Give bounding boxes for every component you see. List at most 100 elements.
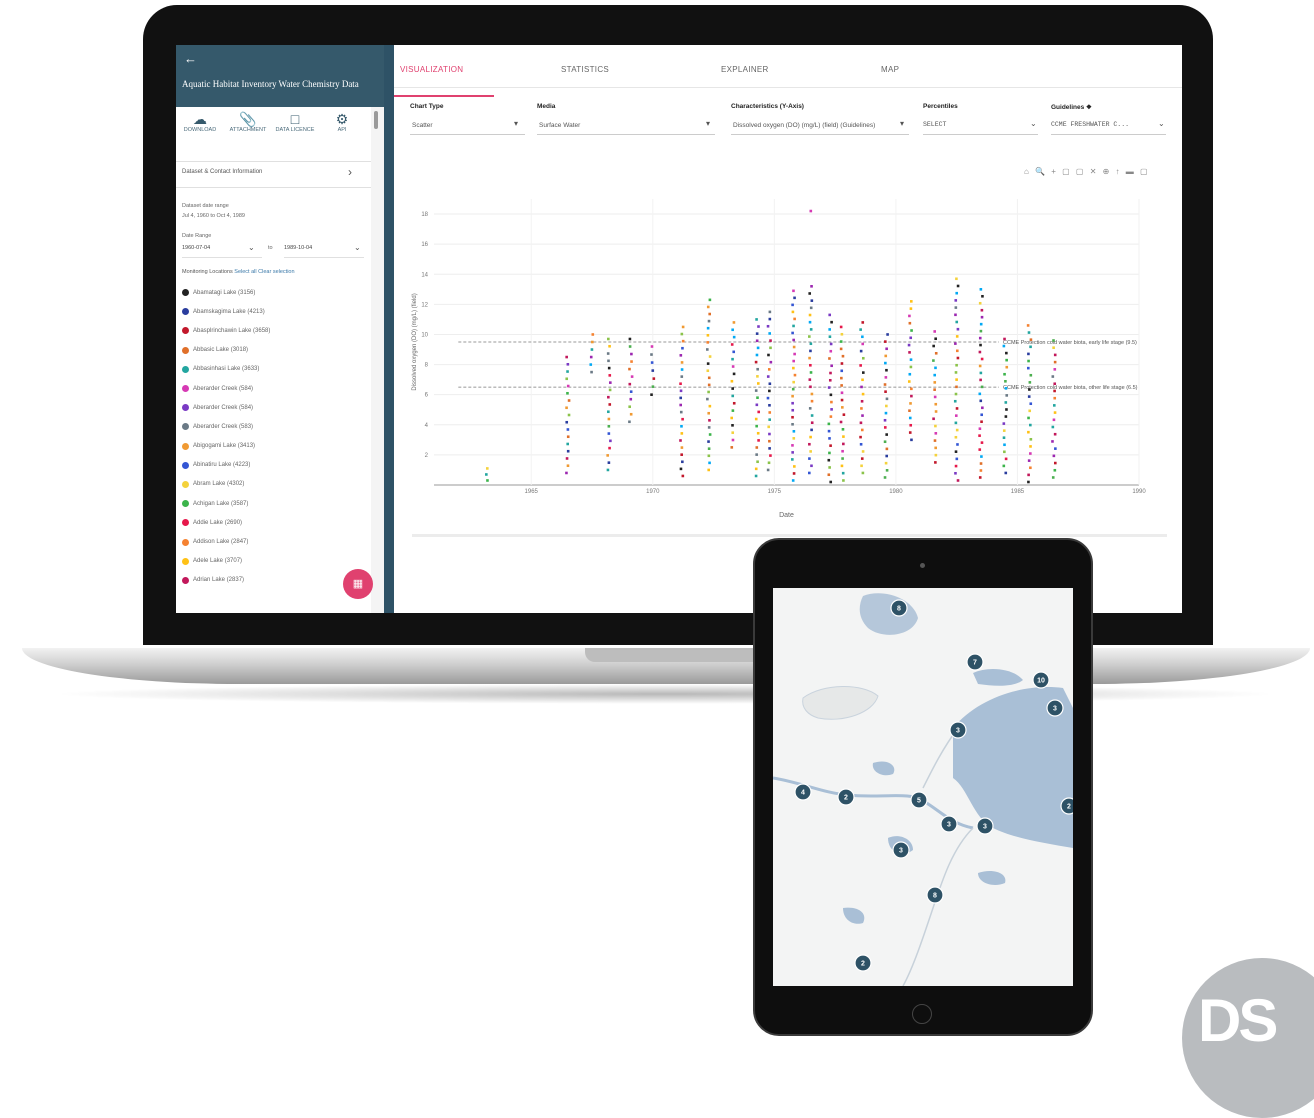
data-point bbox=[708, 404, 712, 408]
chevron-down-icon[interactable]: ▾ bbox=[706, 119, 710, 128]
location-marker-icon bbox=[182, 538, 189, 546]
data-point bbox=[979, 399, 983, 403]
chart-horizontal-scrollbar[interactable] bbox=[412, 534, 1167, 537]
x-tick-label: 1985 bbox=[1011, 489, 1025, 495]
location-item[interactable]: Achigan Lake (3587) bbox=[182, 494, 367, 513]
map-cluster-count: 3 bbox=[956, 728, 960, 735]
tab-explainer[interactable]: EXPLAINER bbox=[721, 65, 769, 74]
location-marker-icon bbox=[182, 500, 189, 508]
y-tick-label: 2 bbox=[425, 453, 429, 459]
location-item[interactable]: Adele Lake (3707) bbox=[182, 552, 367, 571]
date-from-select[interactable]: 1960-07-04 bbox=[182, 245, 210, 251]
data-point bbox=[768, 382, 772, 386]
data-point bbox=[954, 464, 958, 468]
location-item[interactable]: Addison Lake (2847) bbox=[182, 532, 367, 551]
chevron-down-icon[interactable]: ▾ bbox=[514, 119, 518, 128]
location-item[interactable]: Addie Lake (2690) bbox=[182, 513, 367, 532]
location-item[interactable]: Abram Lake (4302) bbox=[182, 475, 367, 494]
data-point bbox=[861, 335, 864, 339]
data-point bbox=[791, 310, 795, 314]
chevron-right-icon[interactable]: › bbox=[348, 165, 352, 179]
chevron-down-icon[interactable]: ⌄ bbox=[1158, 119, 1165, 128]
data-point bbox=[793, 373, 797, 377]
location-item[interactable]: Abbasic Lake (3018) bbox=[182, 341, 367, 360]
location-item[interactable]: Aberarder Creek (584) bbox=[182, 379, 367, 398]
data-point bbox=[885, 397, 889, 401]
media-select[interactable]: Surface Water bbox=[539, 122, 580, 129]
data-point bbox=[886, 333, 889, 336]
select-all-link[interactable]: Select all bbox=[234, 269, 256, 275]
sidebar-scrollbar-thumb[interactable] bbox=[374, 111, 378, 129]
guidelines-select[interactable]: CCME FRESHWATER C... bbox=[1051, 121, 1129, 128]
chevron-down-icon[interactable]: ▾ bbox=[900, 119, 904, 128]
data-point bbox=[933, 395, 937, 399]
data-point bbox=[860, 385, 863, 389]
data-point bbox=[979, 329, 983, 333]
attachment-button[interactable]: 📎 ATTACHMENT bbox=[224, 111, 272, 133]
data-point bbox=[861, 378, 864, 382]
date-range-label: Dataset date range bbox=[182, 203, 229, 209]
data-point bbox=[755, 332, 759, 335]
data-point bbox=[909, 365, 913, 369]
api-button[interactable]: ⚙ API bbox=[318, 111, 366, 133]
data-point bbox=[841, 457, 844, 460]
sidebar-scrollbar[interactable] bbox=[371, 107, 384, 613]
data-point bbox=[708, 461, 711, 465]
download-button[interactable]: ☁ DOWNLOAD bbox=[176, 111, 224, 133]
back-arrow-icon[interactable]: ← bbox=[184, 51, 197, 66]
data-point bbox=[829, 480, 833, 484]
data-licence-button[interactable]: □ DATA LICENCE bbox=[272, 111, 318, 133]
chart-type-select[interactable]: Scatter bbox=[412, 122, 433, 129]
data-point bbox=[730, 379, 734, 383]
data-point bbox=[978, 301, 982, 305]
data-point bbox=[1004, 379, 1007, 383]
location-label: Addison Lake (2847) bbox=[193, 539, 249, 546]
data-point bbox=[609, 439, 612, 443]
tab-map[interactable]: MAP bbox=[881, 65, 899, 74]
clear-selection-link[interactable]: Clear selection bbox=[258, 269, 294, 275]
location-item[interactable]: Abbasinhasi Lake (3633) bbox=[182, 360, 367, 379]
location-item[interactable]: Adrian Lake (2837) bbox=[182, 571, 367, 590]
data-point bbox=[956, 356, 960, 360]
data-point bbox=[731, 424, 734, 427]
data-point bbox=[954, 306, 958, 309]
location-item[interactable]: Abamatagi Lake (3156) bbox=[182, 283, 367, 302]
percentiles-select[interactable]: SELECT bbox=[923, 121, 946, 128]
info-icon[interactable]: ❖ bbox=[1086, 104, 1092, 111]
location-item[interactable]: Abamskagima Lake (4213) bbox=[182, 302, 367, 321]
data-point bbox=[860, 407, 863, 410]
data-point bbox=[706, 348, 709, 351]
dataset-contact-row[interactable]: Dataset & Contact Information bbox=[182, 169, 362, 175]
tab-visualization[interactable]: VISUALIZATION bbox=[400, 65, 463, 74]
chevron-down-icon[interactable]: ⌄ bbox=[1030, 119, 1037, 128]
location-item[interactable]: Aberarder Creek (583) bbox=[182, 417, 367, 436]
data-point bbox=[1052, 454, 1056, 458]
chart-modebar[interactable]: ⌂ 🔍 + ▢ ▢ ✕ ⊕ ↑ ▬ ▢ bbox=[1024, 167, 1150, 176]
data-point bbox=[1026, 324, 1030, 327]
data-point bbox=[769, 346, 772, 350]
data-point bbox=[607, 337, 610, 341]
map-fab-button[interactable]: ▦ bbox=[343, 569, 373, 599]
data-point bbox=[731, 357, 734, 361]
location-item[interactable]: Abigogami Lake (3413) bbox=[182, 437, 367, 456]
data-point bbox=[589, 355, 593, 359]
date-to-select[interactable]: 1989-10-04 bbox=[284, 245, 312, 251]
data-point bbox=[933, 439, 937, 442]
data-point bbox=[1004, 457, 1008, 461]
chevron-down-icon[interactable]: ⌄ bbox=[248, 243, 255, 252]
data-point bbox=[1005, 365, 1009, 369]
data-point bbox=[885, 447, 889, 451]
characteristics-select[interactable]: Dissolved oxygen (DO) (mg/L) (field) (Gu… bbox=[733, 122, 893, 129]
chevron-down-icon[interactable]: ⌄ bbox=[354, 243, 361, 252]
location-item[interactable]: Abinatiru Lake (4223) bbox=[182, 456, 367, 475]
data-point bbox=[840, 464, 844, 468]
data-point bbox=[839, 340, 843, 343]
location-item[interactable]: Abasplrinchawin Lake (3658) bbox=[182, 321, 367, 340]
data-point bbox=[1053, 404, 1056, 407]
location-item[interactable]: Aberarder Creek (584) bbox=[182, 398, 367, 417]
data-point bbox=[1004, 401, 1008, 404]
tab-statistics[interactable]: STATISTICS bbox=[561, 65, 609, 74]
data-point bbox=[730, 343, 734, 346]
data-point bbox=[908, 372, 912, 376]
data-point bbox=[860, 428, 864, 432]
